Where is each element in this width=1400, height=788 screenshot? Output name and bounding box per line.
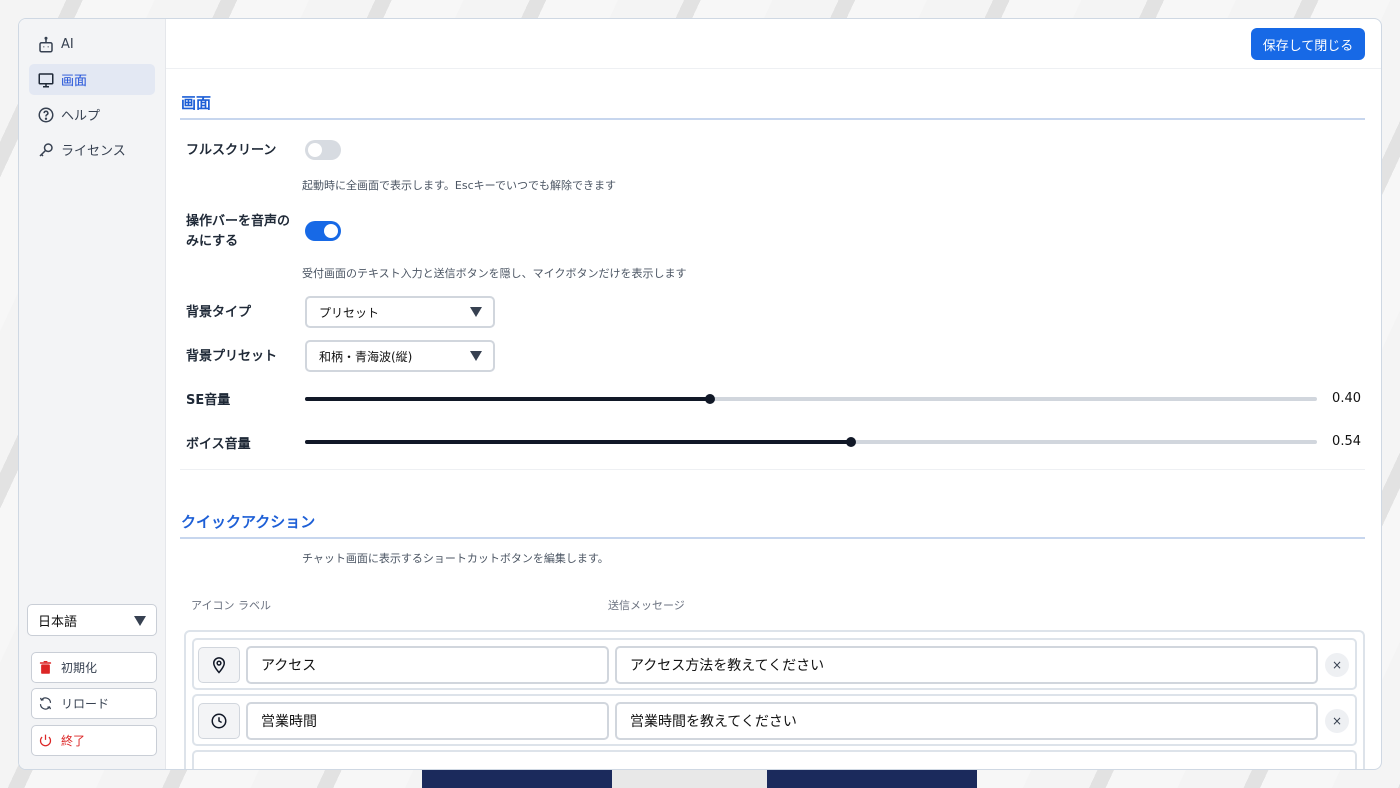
voice-only-label-line2: みにする (186, 234, 239, 249)
sidebar-item-display[interactable]: 画面 (29, 64, 155, 95)
background-character (422, 768, 977, 788)
quick-action-label-input[interactable]: 営業時間 (246, 702, 609, 740)
reload-button[interactable]: リロード (31, 688, 157, 719)
fullscreen-label: フルスクリーン (186, 143, 277, 158)
bg-type-select[interactable]: プリセット (305, 296, 495, 328)
bg-preset-label: 背景プリセット (186, 349, 278, 364)
caret-down-icon (134, 616, 146, 626)
clock-icon (211, 713, 227, 729)
quick-actions-description: チャット画面に表示するショートカットボタンを編集します。 (302, 552, 609, 565)
section-rule (180, 537, 1365, 539)
quick-action-message-input[interactable]: 営業時間を教えてください (615, 702, 1318, 740)
slider-fill (305, 440, 852, 444)
sidebar-item-label: 画面 (61, 74, 88, 89)
voice-volume-label: ボイス音量 (186, 437, 251, 452)
voice-only-toggle[interactable] (305, 221, 341, 241)
caret-down-icon (470, 351, 482, 361)
monitor-icon (38, 72, 54, 87)
help-circle-icon (38, 107, 54, 122)
sidebar-nav: AI 画面 ヘルプ ライセンス (19, 19, 165, 165)
quick-action-row: アクセス アクセス方法を教えてください × (192, 638, 1357, 690)
column-header-icon-label: アイコン ラベル (191, 599, 271, 612)
voice-volume-slider[interactable] (305, 437, 1317, 447)
se-volume-value: 0.40 (1332, 391, 1361, 406)
exit-label: 終了 (61, 734, 86, 748)
sidebar-item-ai[interactable]: AI (29, 29, 155, 60)
delete-row-button[interactable]: × (1325, 653, 1349, 677)
se-volume-slider[interactable] (305, 394, 1317, 404)
voice-only-label-line1: 操作バーを音声の (186, 214, 291, 229)
quick-action-row: 営業時間 営業時間を教えてください × (192, 694, 1357, 746)
sidebar-item-label: AI (61, 37, 74, 52)
map-pin-icon (212, 657, 226, 674)
column-header-message: 送信メッセージ (608, 599, 685, 612)
language-value: 日本語 (38, 614, 78, 630)
trash-icon (39, 660, 52, 674)
slider-thumb[interactable] (846, 437, 857, 447)
reload-label: リロード (61, 697, 110, 711)
slider-thumb[interactable] (704, 394, 715, 404)
slider-fill (305, 397, 710, 401)
settings-dialog: AI 画面 ヘルプ ライセンス 日本語 初期化 リロード 終了 保存して閉じる … (18, 18, 1382, 770)
reset-label: 初期化 (61, 661, 98, 675)
bg-type-label: 背景タイプ (186, 305, 252, 320)
sidebar-item-help[interactable]: ヘルプ (29, 99, 155, 130)
voice-only-help: 受付画面のテキスト入力と送信ボタンを隠し、マイクボタンだけを表示します (302, 267, 687, 280)
sidebar-item-label: ライセンス (61, 144, 126, 159)
sidebar-item-label: ヘルプ (61, 109, 101, 124)
top-bar: 保存して閉じる (166, 19, 1381, 69)
fullscreen-toggle[interactable] (305, 140, 341, 160)
caret-down-icon (470, 307, 482, 317)
quick-action-message-input[interactable]: アクセス方法を教えてください (615, 646, 1318, 684)
icon-picker-button[interactable] (198, 647, 240, 683)
icon-picker-button[interactable] (198, 703, 240, 739)
sidebar: AI 画面 ヘルプ ライセンス 日本語 初期化 リロード 終了 (19, 19, 166, 769)
bg-type-value: プリセット (319, 305, 380, 320)
fullscreen-help: 起動時に全画面で表示します。Escキーでいつでも解除できます (302, 179, 616, 192)
exit-button[interactable]: 終了 (31, 725, 157, 756)
robot-icon (39, 36, 53, 52)
section-title-quick-actions: クイックアクション (181, 513, 316, 531)
voice-volume-value: 0.54 (1332, 434, 1361, 449)
refresh-icon (39, 697, 52, 710)
main-panel: 保存して閉じる 画面 フルスクリーン 起動時に全画面で表示します。Escキーでい… (166, 19, 1381, 769)
delete-row-button[interactable]: × (1325, 709, 1349, 733)
section-title-display: 画面 (181, 94, 212, 112)
save-and-close-button[interactable]: 保存して閉じる (1251, 28, 1365, 60)
quick-action-label-input[interactable]: アクセス (246, 646, 609, 684)
language-select[interactable]: 日本語 (27, 604, 157, 636)
reset-button[interactable]: 初期化 (31, 652, 157, 683)
sidebar-item-license[interactable]: ライセンス (29, 134, 155, 165)
power-icon (39, 734, 52, 747)
quick-action-row (192, 750, 1357, 769)
bg-preset-value: 和柄・青海波(縦) (319, 349, 413, 364)
quick-actions-list: アクセス アクセス方法を教えてください × 営業時間 営業時間を教えてください … (184, 630, 1365, 769)
bg-preset-select[interactable]: 和柄・青海波(縦) (305, 340, 495, 372)
section-divider (180, 469, 1365, 470)
key-icon (39, 142, 53, 157)
se-volume-label: SE音量 (186, 393, 231, 408)
section-rule (180, 118, 1365, 120)
